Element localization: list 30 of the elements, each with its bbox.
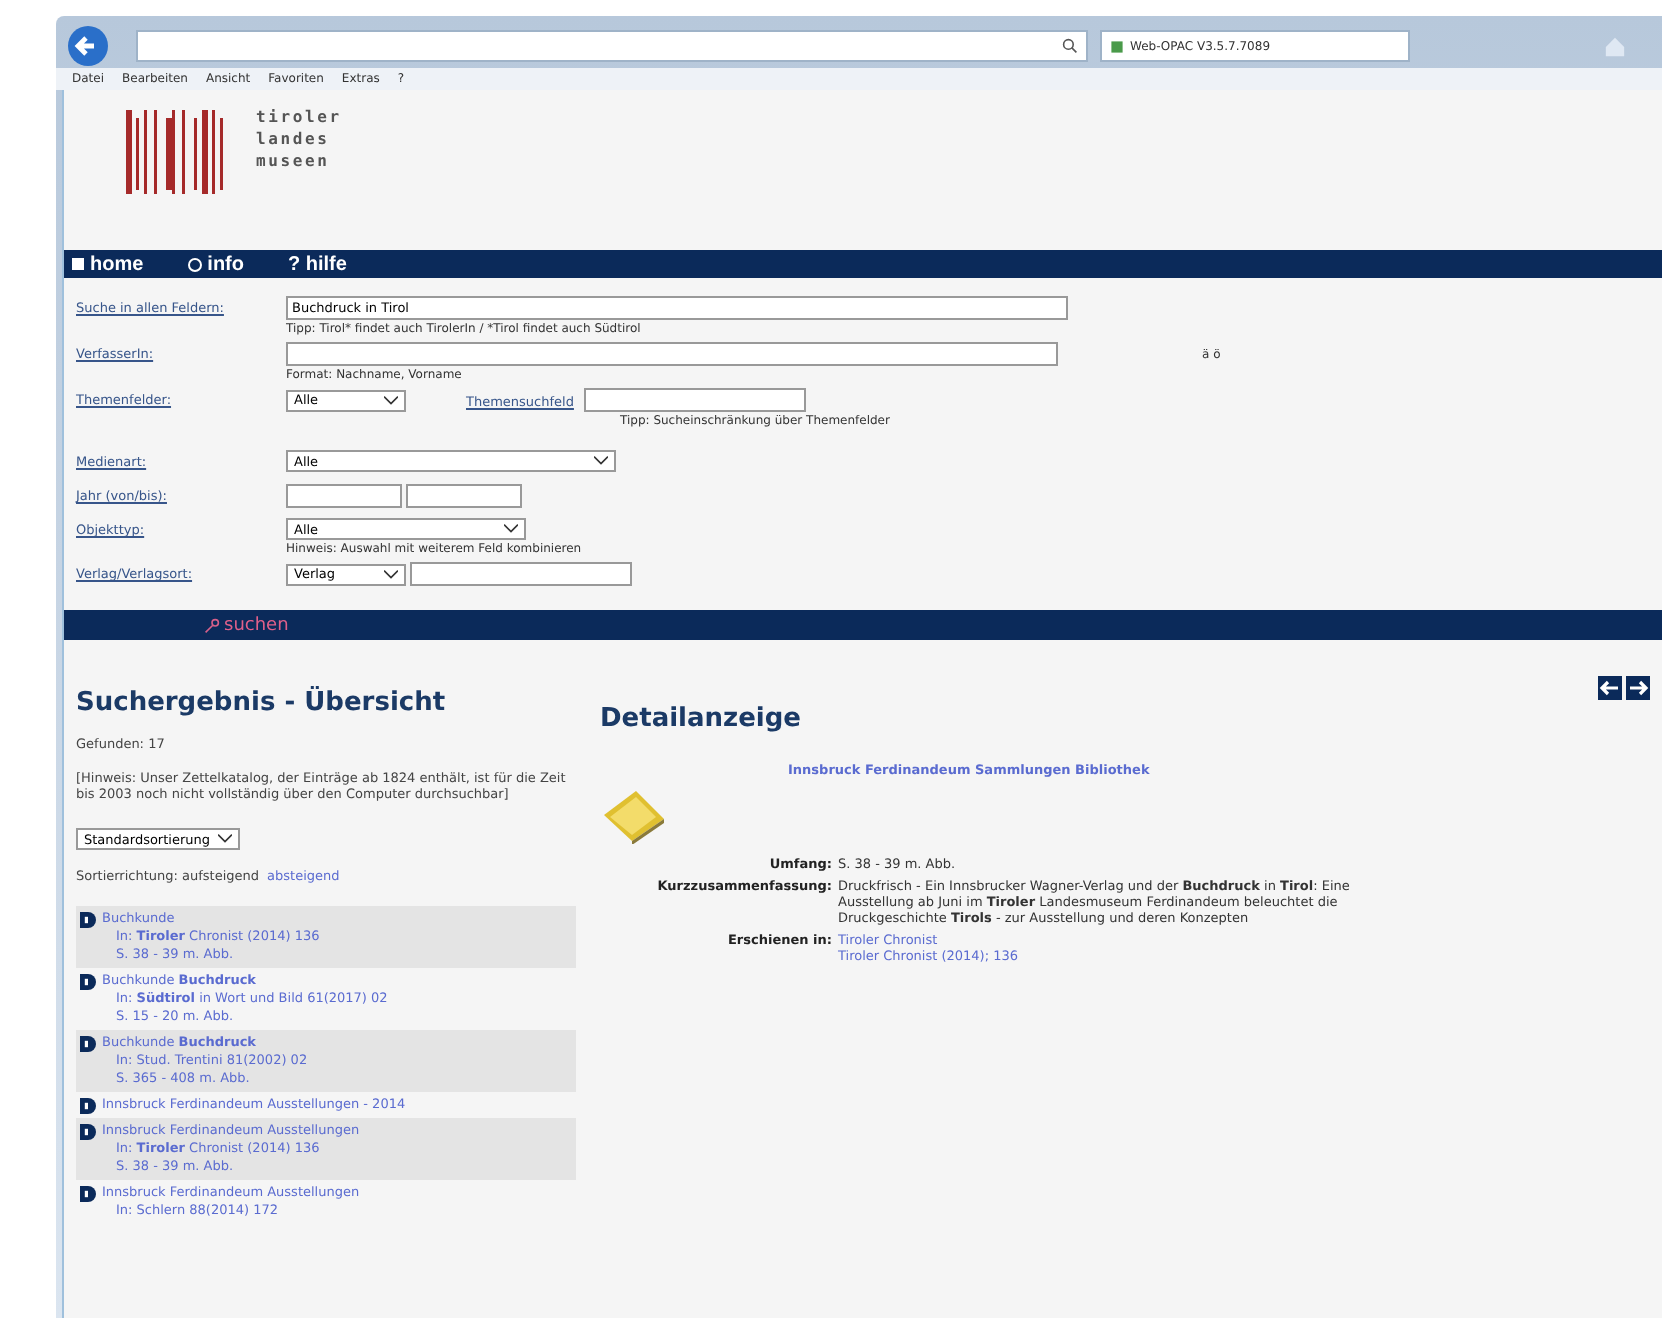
previous-icon[interactable] — [1598, 676, 1622, 700]
nav-link[interactable]: ? hilfe — [288, 253, 347, 275]
document-icon — [80, 1098, 96, 1114]
nav-link[interactable]: home — [72, 253, 144, 275]
section-title: Suchergebnis - Übersicht — [76, 688, 448, 718]
caret-icon — [594, 456, 608, 466]
caret-icon — [384, 569, 398, 579]
caret-icon — [504, 524, 518, 534]
document-icon — [80, 1186, 96, 1202]
document-icon — [80, 1036, 96, 1052]
caret-icon — [218, 834, 232, 844]
section-title: Detailanzeige — [600, 704, 801, 734]
key-icon — [204, 617, 220, 633]
text-field[interactable] — [286, 342, 1058, 366]
document-icon — [80, 912, 96, 928]
search-icon[interactable] — [1062, 38, 1078, 54]
text-field[interactable] — [410, 562, 632, 586]
page-icon — [1110, 39, 1124, 53]
year-to-field[interactable] — [406, 484, 522, 508]
document-icon — [80, 974, 96, 990]
document-icon — [80, 1124, 96, 1140]
book-icon — [600, 786, 668, 844]
logo-text: tiroler landes museen — [256, 106, 342, 174]
text-field[interactable] — [583, 388, 806, 412]
year-from-field[interactable] — [286, 484, 402, 508]
caret-icon — [384, 395, 398, 405]
next-icon[interactable] — [1626, 676, 1650, 700]
back-icon[interactable] — [68, 26, 108, 66]
nav-link[interactable]: info — [187, 253, 244, 275]
search-link[interactable]: suchen — [204, 615, 289, 635]
